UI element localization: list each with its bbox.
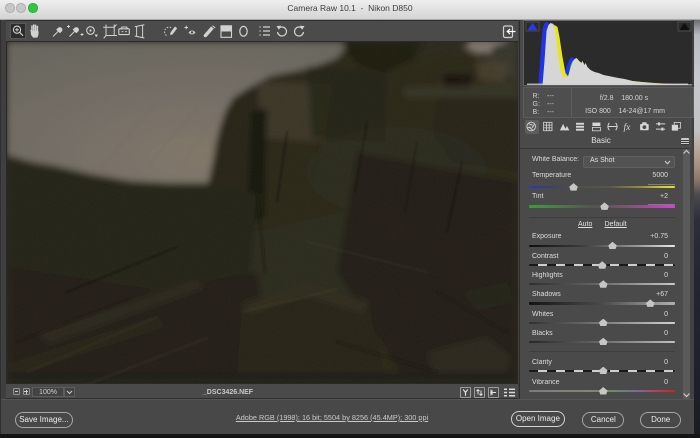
svg-text:fx: fx	[624, 122, 632, 133]
